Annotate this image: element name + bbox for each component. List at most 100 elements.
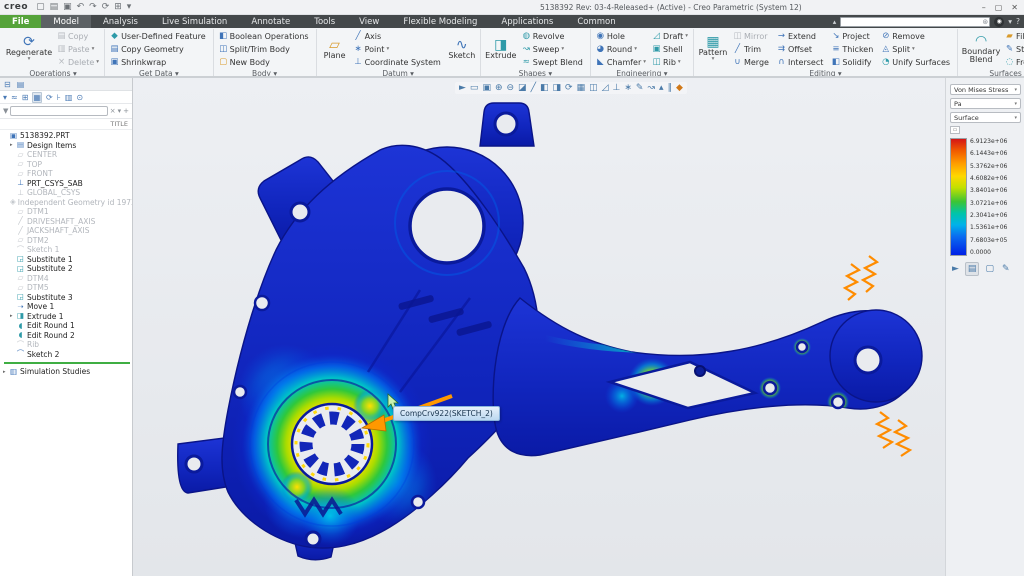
model-tree-tab[interactable]: ⊟ xyxy=(4,80,11,89)
ribbon-button[interactable]: ▣Shrinkwrap xyxy=(108,56,210,69)
windows-icon[interactable]: ⊞ xyxy=(114,2,122,12)
3d-model-canvas[interactable] xyxy=(133,78,1024,576)
tree-item[interactable]: ◲ Substitute 2 xyxy=(0,264,132,274)
open-file-icon[interactable]: ▤ xyxy=(50,2,59,12)
tree-item[interactable]: ⌒ Sketch 1 xyxy=(0,245,132,255)
tree-item[interactable]: ▱ DTM4 xyxy=(0,274,132,284)
options-caret-icon[interactable]: ▾ xyxy=(1008,17,1012,26)
regenerate-button[interactable]: ⟳ Regenerate ▾ xyxy=(5,34,53,64)
tree-item[interactable]: ╱ DRIVESHAFT_AXIS xyxy=(0,217,132,227)
ribbon-button[interactable]: ◆User-Defined Feature xyxy=(108,30,210,43)
ribbon-button[interactable]: →Extend xyxy=(775,30,827,43)
ribbon-button[interactable]: ╱Trim xyxy=(731,43,773,56)
tree-item[interactable]: ▸ ▤ Design Items xyxy=(0,141,132,151)
saved-views-icon[interactable]: ▦ xyxy=(577,83,586,93)
ribbon-button[interactable]: ◫Mirror xyxy=(731,30,773,43)
tree-item[interactable]: ◖ Edit Round 2 xyxy=(0,331,132,341)
ribbon-button[interactable]: ⊘Remove xyxy=(879,30,954,43)
ribbon-button[interactable]: ▰Fill xyxy=(1003,30,1024,43)
ribbon-button[interactable]: ∗Point▾ xyxy=(352,43,445,56)
tree-item[interactable]: ◲ Substitute 1 xyxy=(0,255,132,265)
section-icon[interactable]: ◨ xyxy=(553,83,562,93)
tree-filter-input[interactable] xyxy=(10,106,107,116)
ribbon-button[interactable]: ◕Round▾ xyxy=(594,43,648,56)
group-label-engineering[interactable]: Engineering ▾ xyxy=(594,69,690,78)
show-tree-icon[interactable]: ⊦ xyxy=(57,93,61,102)
tree-item[interactable]: ➝ Move 1 xyxy=(0,302,132,312)
select-icon[interactable]: ► xyxy=(459,83,466,93)
display-dropdown[interactable]: Surface▾ xyxy=(950,112,1021,123)
tree-item-simulation-studies[interactable]: ▸ ▥ Simulation Studies xyxy=(0,367,132,377)
ribbon-button[interactable]: ∩Intersect xyxy=(775,56,827,69)
tree-item[interactable]: ⌒ Rib xyxy=(0,340,132,350)
extrude-button[interactable]: ◨ Extrude xyxy=(484,37,518,61)
find-icon[interactable]: ⊙ xyxy=(76,93,83,102)
simulate-play-icon[interactable]: ▴ xyxy=(659,83,664,93)
tree-filters-icon[interactable]: ≈ xyxy=(11,93,18,102)
group-label-datum[interactable]: Datum ▾ xyxy=(320,69,477,78)
tree-item[interactable]: ▱ DTM1 xyxy=(0,207,132,217)
ribbon-tab[interactable]: File xyxy=(0,15,41,28)
boundary-blend-button[interactable]: ◠ Boundary Blend xyxy=(961,33,1001,66)
zoom-out-icon[interactable]: ⊖ xyxy=(507,83,515,93)
ribbon-button[interactable]: ×Delete▾ xyxy=(55,56,101,69)
sketch-view-icon[interactable]: ╱ xyxy=(531,83,536,93)
ribbon-button[interactable]: ▤Copy Geometry xyxy=(108,43,210,56)
ribbon-button[interactable]: ◧Solidify xyxy=(829,56,877,69)
tree-item[interactable]: ▣ 5138392.PRT xyxy=(0,131,132,141)
edit-study-icon[interactable]: ✎ xyxy=(1000,263,1012,275)
regenerate-icon[interactable]: ⟳ xyxy=(102,2,110,12)
ribbon-button[interactable]: ⊥Coordinate System xyxy=(352,56,445,69)
display-style-icon[interactable]: ◧ xyxy=(540,83,549,93)
box-select-icon[interactable]: ▭ xyxy=(470,83,479,93)
legend-display-icon[interactable]: ▤ xyxy=(965,262,980,276)
ribbon-tab[interactable]: Tools xyxy=(302,15,347,28)
tree-item[interactable]: ⌒ Sketch 2 xyxy=(0,350,132,360)
group-label-body[interactable]: Body ▾ xyxy=(217,69,313,78)
ribbon-tab[interactable]: Live Simulation xyxy=(150,15,239,28)
results-icon[interactable]: ◆ xyxy=(676,83,683,93)
repaint-icon[interactable]: ⟳ xyxy=(565,83,573,93)
ribbon-button[interactable]: ◉Hole xyxy=(594,30,648,43)
user-badge-icon[interactable]: ◉ xyxy=(994,17,1004,27)
probe-icon[interactable]: ► xyxy=(950,263,961,275)
show-model-icon[interactable]: ▢ xyxy=(983,263,996,275)
group-label-editing[interactable]: Editing ▾ xyxy=(697,69,954,78)
group-label-get-data[interactable]: Get Data ▾ xyxy=(108,69,210,78)
ribbon-button[interactable]: ≈Swept Blend xyxy=(520,56,587,69)
filter-clear-icon[interactable]: × xyxy=(110,107,116,115)
ribbon-button[interactable]: ◌Freestyle xyxy=(1003,56,1024,69)
tree-item[interactable]: ◲ Substitute 3 xyxy=(0,293,132,303)
ribbon-button[interactable]: ⇉Offset xyxy=(775,43,827,56)
ribbon-button[interactable]: ╱Axis xyxy=(352,30,445,43)
ribbon-button[interactable]: ◍Revolve xyxy=(520,30,587,43)
ribbon-button[interactable]: ▥Paste▾ xyxy=(55,43,101,56)
tree-settings-icon[interactable]: ▾ xyxy=(3,93,7,102)
datum-plane-display-icon[interactable]: ◿ xyxy=(602,83,609,93)
view-manager-icon[interactable]: ◫ xyxy=(589,83,598,93)
ribbon-button[interactable]: ◫Split/Trim Body xyxy=(217,43,313,56)
annotation-display-icon[interactable]: ✎ xyxy=(636,83,644,93)
graphics-viewport[interactable]: ►▭▣⊕⊖◪╱◧◨⟳▦◫◿⊥∗✎↝▴∥◆ CompCrv922(SKETCH_2… xyxy=(133,78,1024,576)
plane-button[interactable]: ▱ Plane xyxy=(320,37,350,61)
tree-item[interactable]: ▸ ◨ Extrude 1 xyxy=(0,312,132,322)
ribbon-collapse-icon[interactable]: ▴ xyxy=(833,18,837,26)
ribbon-tab[interactable]: Analysis xyxy=(91,15,150,28)
layer-tree-icon[interactable]: ▥ xyxy=(65,93,73,102)
folder-browser-tab[interactable]: ▤ xyxy=(17,80,25,89)
ribbon-tab[interactable]: Annotate xyxy=(239,15,302,28)
csys-display-icon[interactable]: ⊥ xyxy=(613,83,621,93)
ribbon-button[interactable]: ◔Unify Surfaces xyxy=(879,56,954,69)
tree-item[interactable]: ▱ DTM2 xyxy=(0,236,132,246)
group-label-shapes[interactable]: Shapes ▾ xyxy=(484,69,587,78)
ribbon-button[interactable]: ◿Draft▾ xyxy=(650,30,690,43)
ribbon-button[interactable]: ∪Merge xyxy=(731,56,773,69)
tree-item[interactable]: ◖ Edit Round 1 xyxy=(0,321,132,331)
ribbon-button[interactable]: ▣Shell xyxy=(650,43,690,56)
ribbon-button[interactable]: ↘Project xyxy=(829,30,877,43)
zoom-in-icon[interactable]: ⊕ xyxy=(495,83,503,93)
ribbon-button[interactable]: ◣Chamfer▾ xyxy=(594,56,648,69)
tree-item[interactable]: ◈ Independent Geometry id 197379 xyxy=(0,198,132,208)
tree-item[interactable]: ⊥ GLOBAL_CSYS xyxy=(0,188,132,198)
point-display-icon[interactable]: ∗ xyxy=(624,83,632,93)
